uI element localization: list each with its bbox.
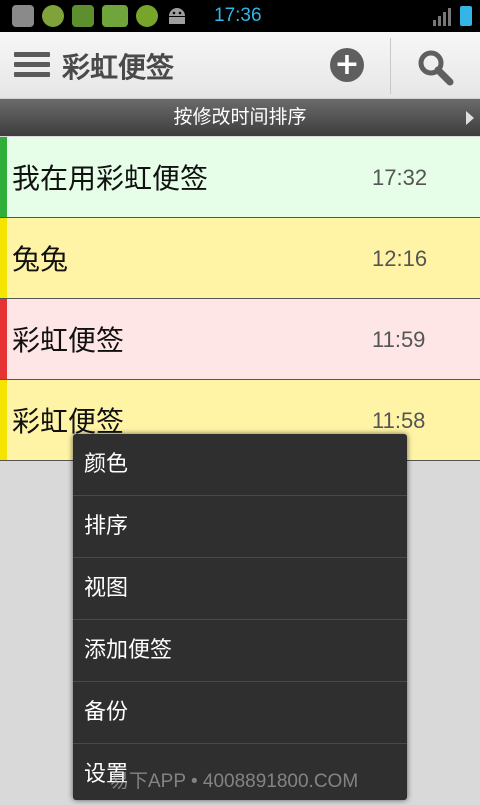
note-time: 17:32: [372, 165, 428, 190]
note-title: 我在用彩虹便签: [12, 162, 209, 195]
notification-icons: [12, 5, 188, 27]
note-item[interactable]: 兔兔 12:16: [0, 218, 480, 299]
menu-icon[interactable]: [14, 52, 50, 78]
menu-item-backup[interactable]: 备份: [73, 682, 407, 744]
note-color-stripe: [0, 380, 7, 460]
note-title: 彩虹便签: [12, 324, 125, 357]
note-time: 11:58: [372, 408, 426, 433]
battery-widget-icon: [102, 5, 128, 27]
note-time: 12:16: [372, 246, 428, 271]
add-icon[interactable]: +: [330, 48, 364, 82]
status-time: 17:36: [214, 5, 262, 26]
menu-item-add-note[interactable]: 添加便签: [73, 620, 407, 682]
note-color-stripe: [0, 137, 7, 217]
note-time: 11:59: [372, 327, 426, 352]
search-icon[interactable]: [416, 48, 454, 86]
note-item[interactable]: 我在用彩虹便签 17:32: [0, 137, 480, 218]
menu-item-sort[interactable]: 排序: [73, 496, 407, 558]
menu-item-color[interactable]: 颜色: [73, 434, 407, 496]
sync-icon: [72, 5, 94, 27]
android-icon: [166, 5, 188, 27]
note-title: 兔兔: [12, 243, 69, 276]
arrow-right-icon: [466, 111, 474, 125]
action-bar-divider: [390, 38, 391, 94]
sort-label: 按修改时间排序: [173, 106, 307, 128]
note-color-stripe: [0, 218, 7, 298]
battery-icon: [460, 6, 472, 26]
watermark: 易下APP • 4008891800.COM: [110, 771, 359, 792]
app-title: 彩虹便签: [62, 51, 175, 84]
sort-bar[interactable]: 按修改时间排序: [0, 99, 480, 136]
gear-app-icon: [136, 5, 158, 27]
signal-icon: [433, 8, 451, 26]
options-popup-menu: 颜色 排序 视图 添加便签 备份 设置: [73, 434, 407, 800]
note-color-stripe: [0, 299, 7, 379]
status-bar: 17:36: [0, 0, 480, 32]
menu-item-view[interactable]: 视图: [73, 558, 407, 620]
action-bar: 彩虹便签 +: [0, 32, 480, 99]
app-icon: [12, 5, 34, 27]
status-right-icons: [432, 6, 472, 26]
notes-list: 我在用彩虹便签 17:32 兔兔 12:16 彩虹便签 11:59 彩虹便签 1…: [0, 137, 480, 461]
note-item[interactable]: 彩虹便签 11:59: [0, 299, 480, 380]
cloud-app-icon: [42, 5, 64, 27]
